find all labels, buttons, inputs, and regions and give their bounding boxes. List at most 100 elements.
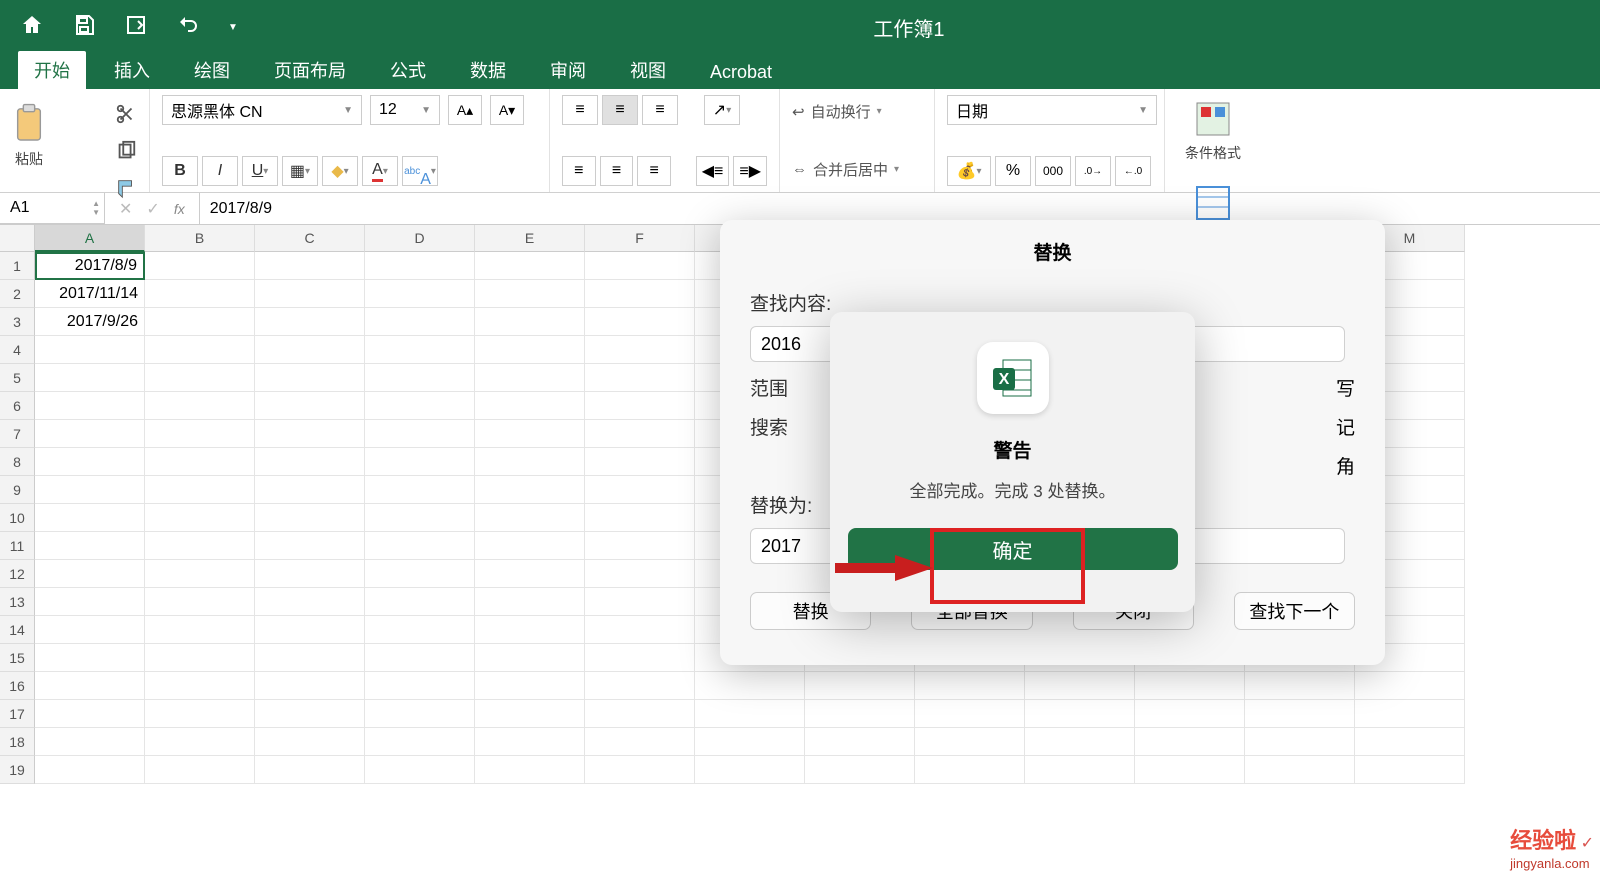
- row-header[interactable]: 19: [0, 756, 35, 784]
- orientation-icon[interactable]: ↗▾: [704, 95, 740, 125]
- tab-insert[interactable]: 插入: [98, 51, 166, 89]
- cell[interactable]: [585, 392, 695, 420]
- cell[interactable]: [1355, 756, 1465, 784]
- cancel-formula-icon[interactable]: ✕: [119, 199, 132, 219]
- cell[interactable]: [255, 252, 365, 280]
- cell[interactable]: [585, 280, 695, 308]
- tab-acrobat[interactable]: Acrobat: [694, 56, 788, 89]
- cell[interactable]: [1355, 672, 1465, 700]
- cell[interactable]: [145, 280, 255, 308]
- cell[interactable]: [145, 728, 255, 756]
- cell[interactable]: [145, 532, 255, 560]
- align-top-icon[interactable]: ≡: [562, 95, 598, 125]
- cell[interactable]: [145, 448, 255, 476]
- comma-icon[interactable]: 000: [1035, 156, 1071, 186]
- cell[interactable]: [35, 420, 145, 448]
- tab-layout[interactable]: 页面布局: [258, 51, 362, 89]
- cell[interactable]: [365, 588, 475, 616]
- cell[interactable]: [365, 756, 475, 784]
- cell[interactable]: [145, 308, 255, 336]
- underline-button[interactable]: U ▾: [242, 156, 278, 186]
- cell[interactable]: [35, 588, 145, 616]
- cell[interactable]: [585, 756, 695, 784]
- cell[interactable]: [475, 588, 585, 616]
- cell[interactable]: [1135, 728, 1245, 756]
- autosave-icon[interactable]: [124, 13, 148, 42]
- enter-formula-icon[interactable]: ✓: [146, 199, 159, 219]
- cell[interactable]: [695, 728, 805, 756]
- cell[interactable]: [805, 756, 915, 784]
- cell[interactable]: [365, 252, 475, 280]
- row-header[interactable]: 7: [0, 420, 35, 448]
- cell[interactable]: [1025, 700, 1135, 728]
- conditional-format-button[interactable]: 条件格式: [1185, 99, 1241, 163]
- decrease-font-icon[interactable]: A▾: [490, 95, 524, 125]
- tab-view[interactable]: 视图: [614, 51, 682, 89]
- formula-input[interactable]: 2017/8/9: [200, 200, 272, 218]
- cell[interactable]: [255, 280, 365, 308]
- cell[interactable]: [35, 392, 145, 420]
- cell[interactable]: [365, 700, 475, 728]
- cell[interactable]: [585, 364, 695, 392]
- cell[interactable]: [35, 476, 145, 504]
- row-header[interactable]: 2: [0, 280, 35, 308]
- font-size-select[interactable]: 12▼: [370, 95, 440, 125]
- cell[interactable]: [475, 476, 585, 504]
- save-icon[interactable]: [72, 13, 96, 42]
- column-header[interactable]: B: [145, 225, 255, 252]
- cell[interactable]: [915, 672, 1025, 700]
- cell[interactable]: [145, 616, 255, 644]
- cell[interactable]: [585, 700, 695, 728]
- cell[interactable]: [255, 756, 365, 784]
- cell[interactable]: [475, 560, 585, 588]
- cell[interactable]: [255, 672, 365, 700]
- cell[interactable]: [255, 616, 365, 644]
- cell[interactable]: [145, 476, 255, 504]
- cell[interactable]: [255, 588, 365, 616]
- home-icon[interactable]: [20, 13, 44, 42]
- cell[interactable]: [585, 644, 695, 672]
- row-header[interactable]: 5: [0, 364, 35, 392]
- select-all-corner[interactable]: [0, 225, 35, 252]
- cell[interactable]: [35, 336, 145, 364]
- cell[interactable]: [365, 392, 475, 420]
- cell[interactable]: [475, 392, 585, 420]
- cell[interactable]: [255, 336, 365, 364]
- cell[interactable]: [1355, 700, 1465, 728]
- cell[interactable]: [365, 364, 475, 392]
- row-header[interactable]: 18: [0, 728, 35, 756]
- cell[interactable]: [585, 588, 695, 616]
- cell[interactable]: [35, 644, 145, 672]
- cell[interactable]: [1135, 672, 1245, 700]
- tab-home[interactable]: 开始: [18, 51, 86, 89]
- cell[interactable]: [145, 644, 255, 672]
- cell[interactable]: [255, 308, 365, 336]
- cell[interactable]: [585, 672, 695, 700]
- cell[interactable]: [145, 504, 255, 532]
- cell[interactable]: [585, 420, 695, 448]
- cell[interactable]: [585, 448, 695, 476]
- qat-dropdown-icon[interactable]: ▼: [228, 22, 238, 33]
- cell[interactable]: [255, 392, 365, 420]
- cell[interactable]: [475, 364, 585, 392]
- cell[interactable]: [805, 672, 915, 700]
- cell[interactable]: [475, 308, 585, 336]
- cell[interactable]: [255, 560, 365, 588]
- ok-button[interactable]: 确定: [848, 528, 1178, 570]
- align-center-icon[interactable]: ≡: [600, 156, 634, 186]
- cell[interactable]: [915, 728, 1025, 756]
- cell[interactable]: [1025, 756, 1135, 784]
- cell[interactable]: 2017/11/14: [35, 280, 145, 308]
- cell[interactable]: [475, 420, 585, 448]
- cell[interactable]: [255, 644, 365, 672]
- cell[interactable]: [35, 504, 145, 532]
- name-box[interactable]: A1 ▲▼: [0, 193, 105, 224]
- column-header[interactable]: A: [35, 225, 145, 252]
- increase-decimal-icon[interactable]: .0→: [1075, 156, 1111, 186]
- cell[interactable]: [1245, 728, 1355, 756]
- cell[interactable]: [1245, 756, 1355, 784]
- cell[interactable]: [585, 336, 695, 364]
- cell[interactable]: [1025, 728, 1135, 756]
- column-header[interactable]: D: [365, 225, 475, 252]
- number-format-select[interactable]: 日期▼: [947, 95, 1157, 125]
